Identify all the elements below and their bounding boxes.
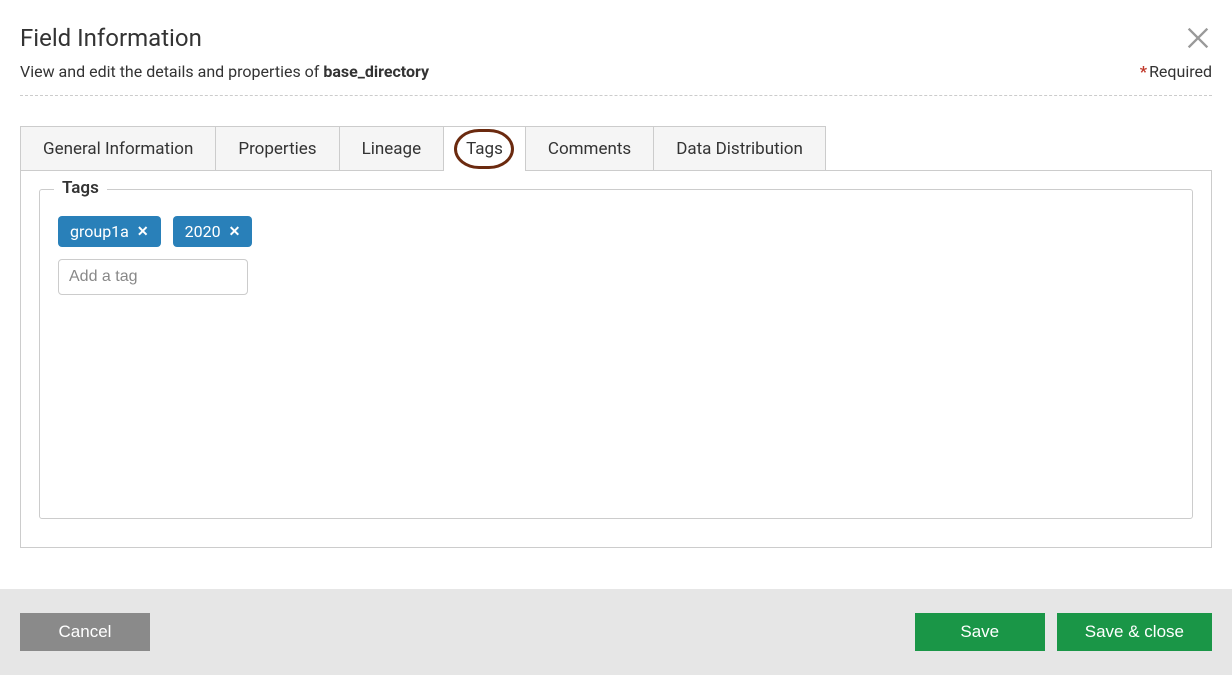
tags-fieldset: Tags group1a ✕ 2020 ✕ [39, 189, 1193, 519]
tab-tags-label: Tags [466, 139, 503, 159]
cancel-button[interactable]: Cancel [20, 613, 150, 651]
tab-data-distribution[interactable]: Data Distribution [653, 126, 826, 171]
subtitle-prefix: View and edit the details and properties… [20, 62, 323, 81]
tag-chip: group1a ✕ [58, 216, 161, 247]
tab-properties[interactable]: Properties [215, 126, 339, 171]
tab-comments[interactable]: Comments [525, 126, 654, 171]
subtitle: View and edit the details and properties… [20, 62, 429, 81]
close-icon[interactable] [1184, 24, 1212, 52]
tab-lineage[interactable]: Lineage [339, 126, 445, 171]
tag-list: group1a ✕ 2020 ✕ [58, 216, 1174, 247]
tag-label: 2020 [185, 222, 221, 241]
save-button[interactable]: Save [915, 613, 1045, 651]
entity-name: base_directory [323, 62, 429, 81]
tags-legend: Tags [54, 178, 107, 198]
tab-general-information[interactable]: General Information [20, 126, 216, 171]
save-and-close-button[interactable]: Save & close [1057, 613, 1212, 651]
remove-tag-icon[interactable]: ✕ [137, 224, 149, 240]
tab-panel-tags: Tags group1a ✕ 2020 ✕ [20, 170, 1212, 548]
required-label-text: Required [1149, 62, 1212, 81]
modal-footer: Cancel Save Save & close [0, 589, 1232, 675]
add-tag-input[interactable] [58, 259, 248, 295]
page-title: Field Information [20, 24, 1212, 52]
remove-tag-icon[interactable]: ✕ [229, 224, 241, 240]
tag-chip: 2020 ✕ [173, 216, 253, 247]
tab-bar: General Information Properties Lineage T… [20, 126, 1212, 171]
tab-tags[interactable]: Tags [443, 126, 526, 171]
required-indicator: *Required [1140, 62, 1212, 81]
required-asterisk: * [1140, 62, 1147, 81]
tag-label: group1a [70, 222, 129, 241]
